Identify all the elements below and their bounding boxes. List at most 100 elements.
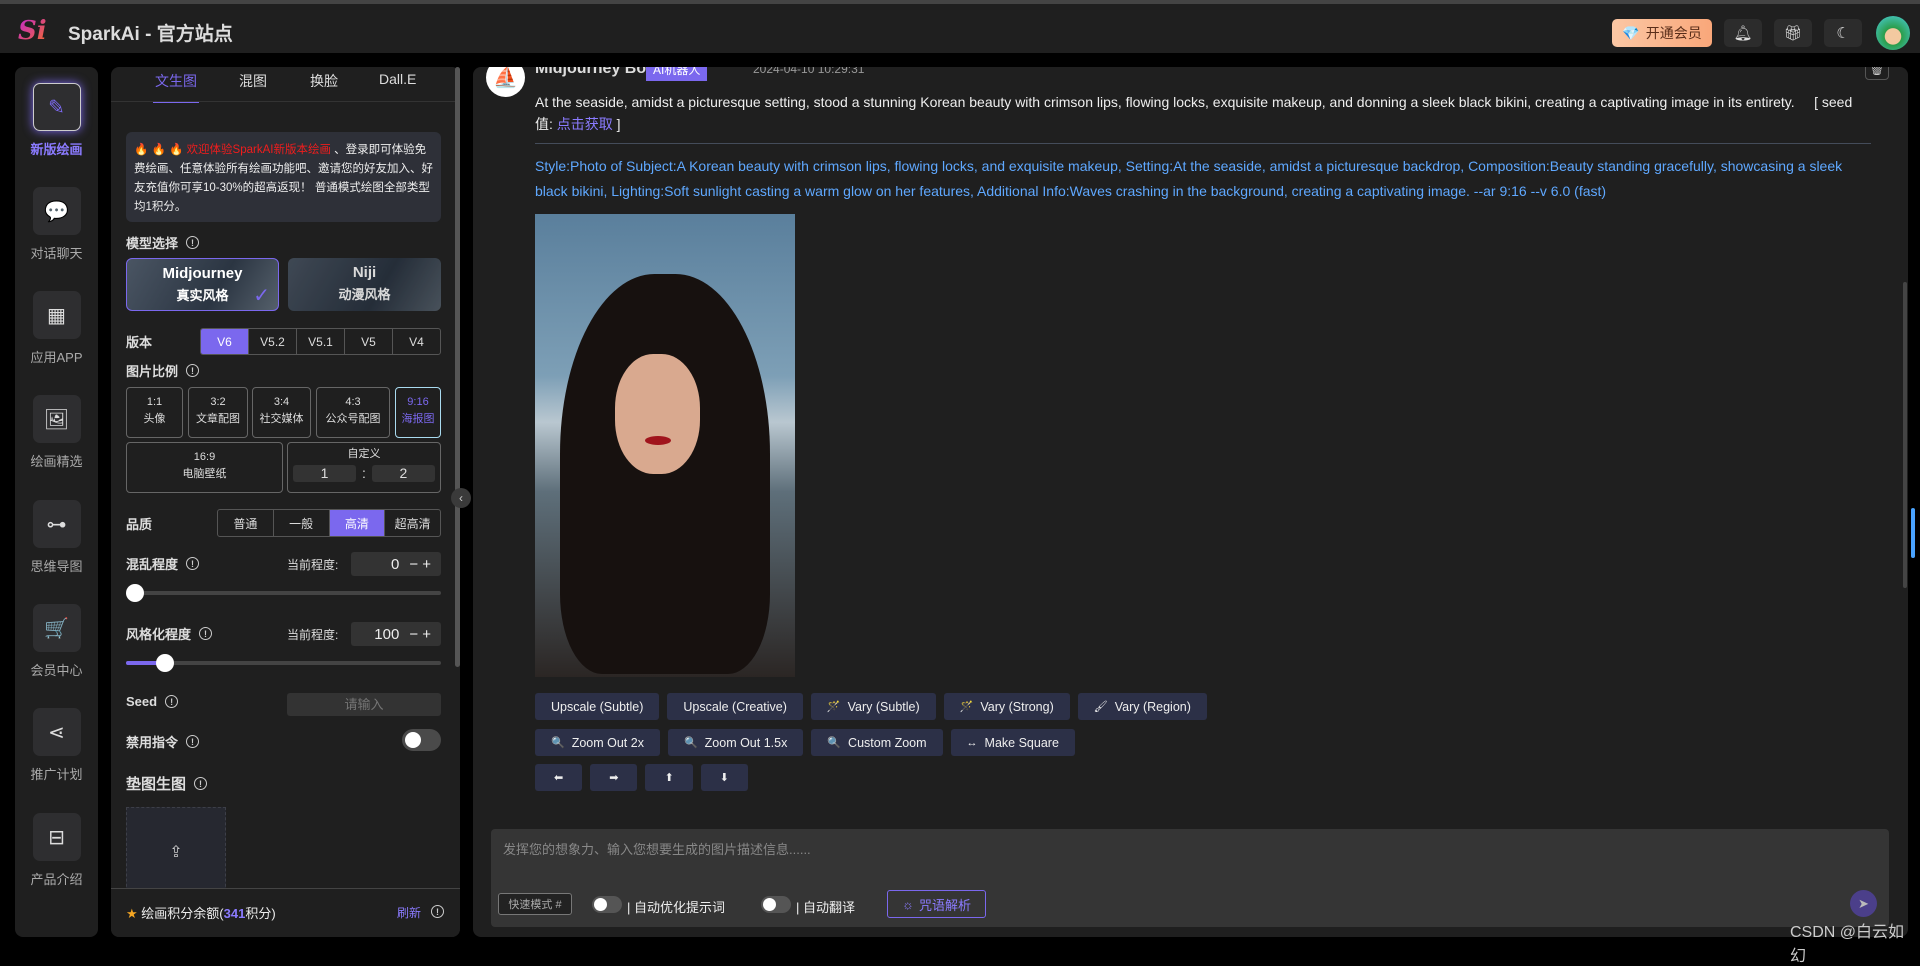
segment-option[interactable]: 超高清 [384, 510, 440, 536]
stylize-stepper[interactable]: 100− + [351, 622, 441, 646]
bot-name: Midjourney Bot [535, 67, 652, 77]
notice-highlight: 欢迎体验SparkAI新版本绘画 [186, 144, 331, 156]
segment-option[interactable]: V5.1 [296, 329, 344, 354]
action-button[interactable]: 🪄 Vary (Subtle) [810, 693, 936, 720]
action-button[interactable]: 🪄 Vary (Strong) [943, 693, 1070, 720]
action-button[interactable]: 🖌 Vary (Region) [1077, 693, 1207, 720]
bot-avatar: ⛵ [486, 67, 525, 97]
model-niji[interactable]: Niji 动漫风格 [288, 258, 441, 311]
segment-option[interactable]: 普通 [218, 510, 273, 536]
user-avatar[interactable] [1876, 16, 1910, 50]
collapse-panel-button[interactable]: ‹ [451, 488, 471, 508]
stylize-slider[interactable] [126, 654, 441, 672]
ratio-option[interactable]: 3:4 社交媒体 [252, 387, 311, 438]
send-icon[interactable]: ➤ [1850, 890, 1877, 917]
sidebar-item[interactable]: 💬 对话聊天 [15, 187, 98, 262]
action-button[interactable]: 🔍 Custom Zoom [811, 729, 943, 756]
tab-dalle[interactable]: Dall.E [377, 71, 418, 97]
tab-text2img[interactable]: 文生图 [153, 71, 199, 103]
tab-divider [111, 101, 460, 102]
segment-option[interactable]: V6 [201, 329, 248, 354]
vip-button[interactable]: 💎 开通会员 [1612, 19, 1712, 47]
chaos-slider[interactable] [126, 584, 441, 602]
action-button[interactable]: 🔍 Zoom Out 1.5x [667, 729, 804, 756]
ratio-label: 图片比例! [126, 361, 200, 380]
no-command-toggle[interactable] [402, 729, 441, 751]
sidebar-item[interactable]: 🖼 绘画精选 [15, 395, 98, 470]
main-scrollbar[interactable] [1903, 282, 1907, 588]
seed-label: Seed! [126, 694, 179, 709]
segment-option[interactable]: V5 [344, 329, 392, 354]
prompt-input[interactable]: 发挥您的想象力、输入您想要生成的图片描述信息...... [503, 839, 811, 858]
chaos-label: 混乱程度! [126, 554, 200, 573]
panel-scrollbar[interactable] [455, 67, 460, 667]
action-row-1: Upscale (Subtle) Upscale (Creative) 🪄 Vary … [535, 693, 1207, 720]
nav-label: 推广计划 [30, 767, 83, 782]
tab-faceswap[interactable]: 换脸 [308, 71, 340, 101]
sidebar-item[interactable]: ✎ 新版绘画 [15, 83, 98, 158]
sidebar-item[interactable]: ⋖ 推广计划 [15, 708, 98, 783]
quality-selector[interactable]: 普通 一般 高清 超高清 [217, 509, 441, 537]
custom-height-input[interactable]: 2 [371, 465, 435, 482]
segment-option[interactable]: 高清 [328, 510, 385, 536]
segment-option[interactable]: 一般 [272, 510, 329, 536]
star-icon: ★ [126, 906, 138, 921]
sidebar-nav: ✎ 新版绘画 💬 对话聊天 ▦ 应用APP 🖼 绘画精选 ⊶ 思维导图 🛒 会员中心 ⋖ 推广计划 ⊟ 产品介… [15, 67, 98, 937]
segment-option[interactable]: V4 [392, 329, 440, 354]
info-icon: ! [431, 905, 444, 918]
ratio-option[interactable]: 9:16 海报图 [395, 387, 441, 438]
generated-image[interactable] [535, 214, 795, 677]
version-selector[interactable]: V6 V5.2 V5.1 V5 V4 [200, 328, 441, 355]
sidebar-item[interactable]: ⊟ 产品介绍 [15, 813, 98, 888]
action-button[interactable]: 🔍 Zoom Out 2x [535, 729, 660, 756]
pan-button[interactable]: ⬇ [700, 764, 748, 791]
seed-link[interactable]: 点击获取 [557, 116, 613, 132]
page-scrollbar[interactable] [1911, 508, 1915, 558]
sidebar-item[interactable]: ▦ 应用APP [15, 291, 98, 366]
custom-width-input[interactable]: 1 [293, 465, 357, 482]
pan-button[interactable]: ⬆ [645, 764, 693, 791]
model-midjourney[interactable]: Midjourney 真实风格 ✓ [126, 258, 279, 311]
tab-blend[interactable]: 混图 [237, 71, 269, 101]
action-button[interactable]: Upscale (Subtle) [535, 693, 660, 720]
refresh-link[interactable]: 刷新 [397, 904, 421, 921]
chaos-stepper[interactable]: 0− + [351, 552, 441, 576]
auto-translate-label: | 自动翻译 [796, 900, 856, 915]
gift-icon[interactable]: 🎁︎ [1774, 19, 1812, 47]
message: ⛵ Midjourney Bot AI机器人 2024-04-10 10:29:… [473, 67, 1908, 827]
pan-button[interactable]: ⬅ [535, 764, 583, 791]
spell-parse-button[interactable]: ☼ 咒语解析 [887, 890, 986, 918]
trash-icon[interactable]: 🗑︎ [1865, 67, 1889, 80]
settings-panel: 文生图 混图 换脸 Dall.E 🔥 🔥 🔥 欢迎体验SparkAI新版本绘画 … [111, 67, 460, 937]
stylize-current-label: 当前程度: [287, 628, 339, 642]
sidebar-item[interactable]: 🛒 会员中心 [15, 604, 98, 679]
nav-icon: ▦ [32, 291, 81, 339]
slider-handle[interactable] [126, 584, 144, 602]
auto-translate-toggle[interactable] [761, 896, 791, 913]
bell-icon[interactable]: 🔔︎ [1724, 19, 1762, 47]
ratio-option[interactable]: 1:1 头像 [126, 387, 183, 438]
ratio-custom[interactable]: 自定义 1:2 [287, 442, 441, 493]
composer: 发挥您的想象力、输入您想要生成的图片描述信息...... 快速模式 # | 自动… [491, 829, 1889, 927]
fire-icon: 🔥 🔥 🔥 [134, 144, 184, 156]
action-button[interactable]: ↔ Make Square [950, 729, 1075, 756]
logo: Si [18, 16, 52, 46]
ratio-option[interactable]: 4:3 公众号配图 [316, 387, 390, 438]
moon-icon[interactable]: ☾ [1824, 19, 1862, 47]
action-button[interactable]: Upscale (Creative) [667, 693, 803, 720]
button-icon: 🪄 [826, 701, 841, 713]
upload-area[interactable]: ⇪ [126, 807, 226, 897]
segment-option[interactable]: V5.2 [248, 329, 296, 354]
nav-label: 对话聊天 [30, 246, 83, 261]
pan-button[interactable]: ➡ [590, 764, 638, 791]
slider-handle[interactable] [155, 654, 174, 672]
ratio-option-16-9[interactable]: 16:9 电脑壁纸 [126, 442, 283, 493]
seed-input[interactable] [287, 693, 441, 716]
auto-optimize-toggle[interactable] [592, 896, 622, 913]
nav-label: 应用APP [30, 350, 83, 365]
sidebar-item[interactable]: ⊶ 思维导图 [15, 500, 98, 575]
button-icon: 🔍 [683, 737, 698, 749]
ratio-option[interactable]: 3:2 文章配图 [188, 387, 248, 438]
fast-mode-select[interactable]: 快速模式 # [498, 893, 572, 915]
version-label: 版本 [126, 335, 153, 350]
